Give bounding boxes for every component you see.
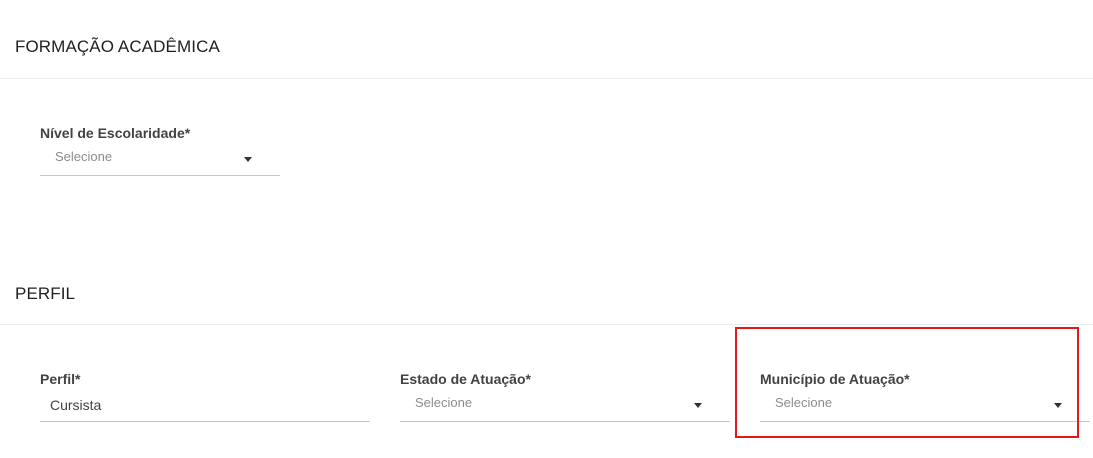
section-divider <box>0 78 1093 79</box>
caret-down-icon <box>694 403 702 408</box>
perfil-value: Cursista <box>50 397 102 413</box>
perfil-input[interactable]: Cursista <box>40 391 370 422</box>
section-title-formacao: FORMAÇÃO ACADÊMICA <box>15 37 220 56</box>
caret-down-icon <box>244 157 252 162</box>
estado-atuacao-label: Estado de Atuação* <box>400 371 531 387</box>
nivel-escolaridade-field: Nível de Escolaridade* Selecione <box>40 125 280 176</box>
perfil-field: Perfil* Cursista <box>40 371 370 422</box>
perfil-label: Perfil* <box>40 371 81 387</box>
highlight-annotation-box <box>735 327 1079 438</box>
estado-atuacao-field: Estado de Atuação* Selecione <box>400 371 730 422</box>
nivel-escolaridade-label: Nível de Escolaridade* <box>40 125 191 141</box>
estado-atuacao-value: Selecione <box>415 395 473 410</box>
estado-atuacao-select[interactable]: Selecione <box>400 391 730 422</box>
nivel-escolaridade-value: Selecione <box>55 149 113 164</box>
section-title-perfil: PERFIL <box>15 284 76 303</box>
section-divider <box>0 324 1093 325</box>
nivel-escolaridade-select[interactable]: Selecione <box>40 145 280 176</box>
